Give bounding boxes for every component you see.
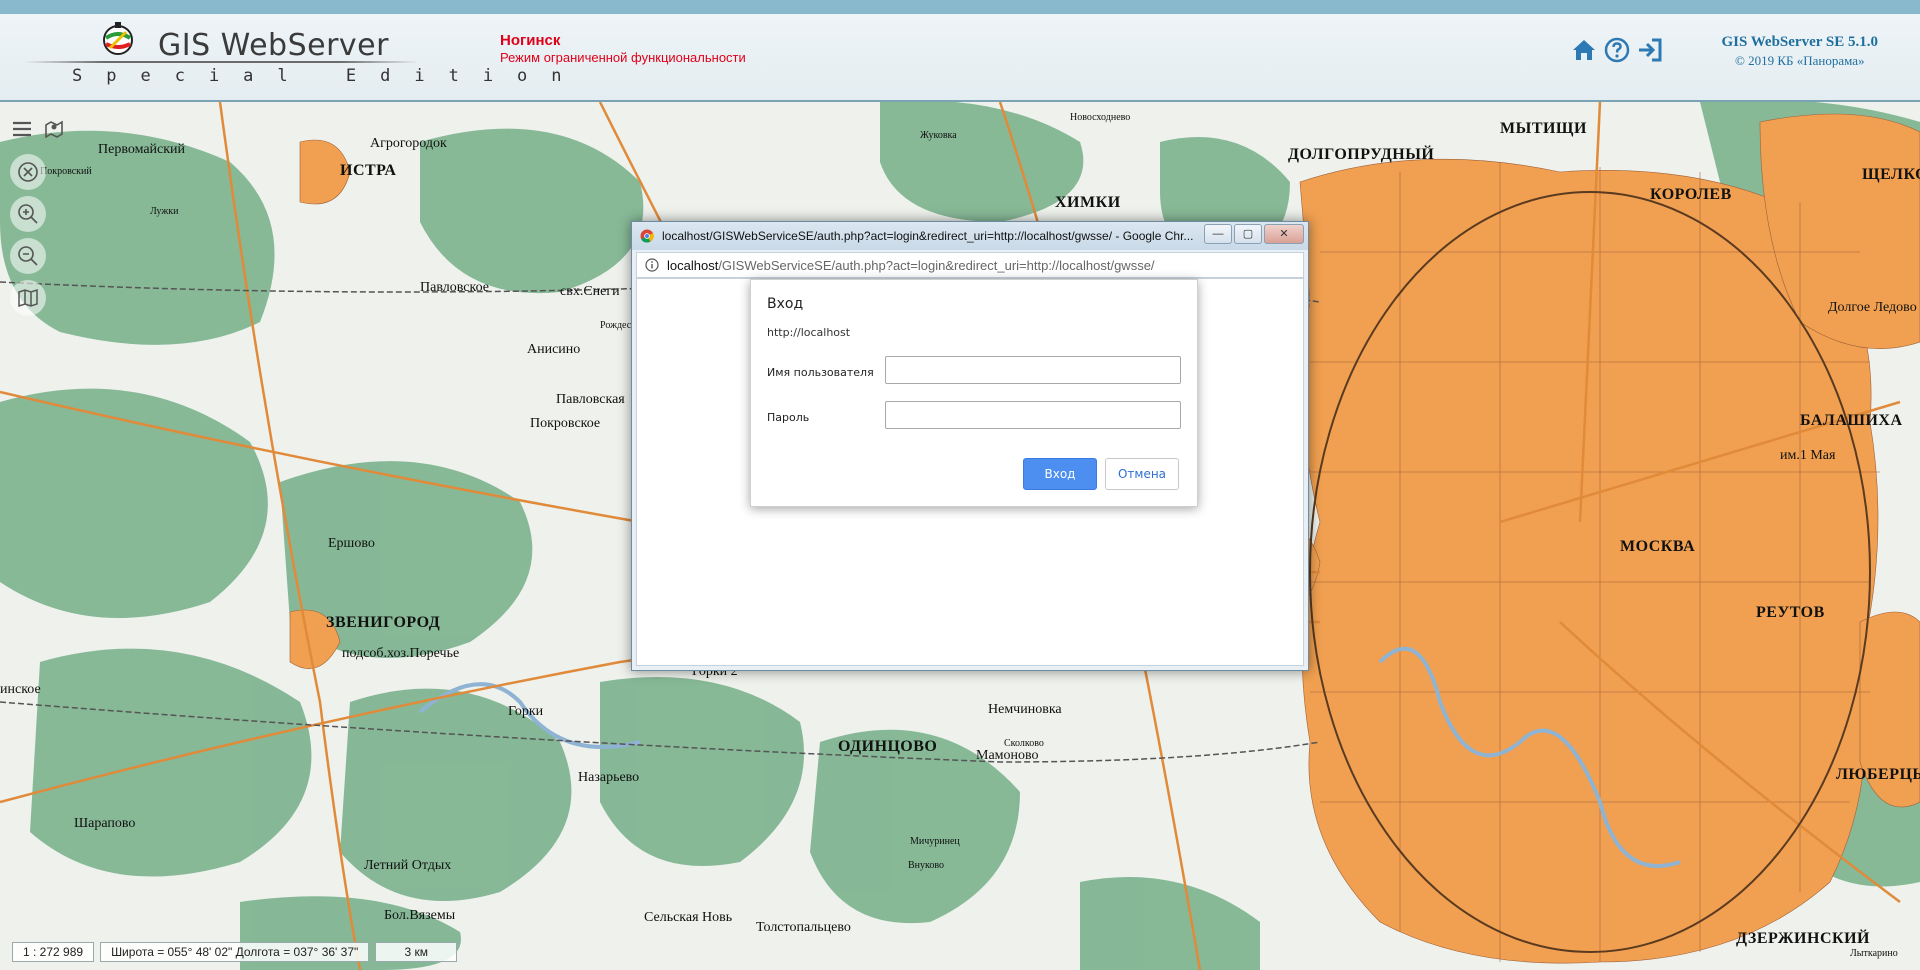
username-input[interactable] [885, 356, 1181, 384]
map-label: МОСКВА [1620, 538, 1696, 555]
logo-title: GIS WebServer [158, 28, 389, 63]
auth-popup-window: localhost/GISWebServiceSE/auth.php?act=l… [631, 221, 1309, 671]
minimize-button[interactable]: — [1204, 224, 1232, 244]
zoom-in-button[interactable] [10, 196, 46, 232]
login-cancel-button[interactable]: Отмена [1105, 458, 1179, 490]
map-label: ИСТРА [340, 162, 397, 179]
map-label: Летний Отдых [364, 858, 452, 873]
top-stripe [0, 0, 1920, 14]
map-label: БАЛАШИХА [1800, 412, 1903, 429]
address-bar[interactable]: localhost/GISWebServiceSE/auth.php?act=l… [636, 252, 1304, 278]
map-label: Горки [508, 704, 544, 719]
password-label: Пароль [767, 411, 810, 424]
version-text: GIS WebServer SE 5.1.0 [1721, 34, 1878, 50]
map-label: ДОЛГОПРУДНЫЙ [1288, 146, 1435, 163]
map-label: Немчиновка [988, 702, 1062, 717]
map-label: Анисино [527, 342, 581, 357]
app-header: GIS WebServer Special Edition Ногинск Ре… [0, 14, 1920, 102]
status-bar: 1 : 272 989 Широта = 055° 48' 02" Долгот… [0, 942, 463, 962]
map-label: свх.Снеги [560, 284, 620, 299]
login-title: Вход [767, 296, 804, 312]
login-submit-button[interactable]: Вход [1023, 458, 1097, 490]
app-logo[interactable]: GIS WebServer Special Edition [24, 18, 562, 94]
popup-title: localhost/GISWebServiceSE/auth.php?act=l… [662, 229, 1194, 243]
url-host: localhost [667, 257, 719, 273]
toolbar-top-row [10, 114, 63, 144]
home-icon[interactable] [1570, 36, 1598, 64]
map-label: Мичуринец [910, 836, 960, 847]
map-label: Назарьево [578, 770, 640, 785]
map-label: Первомайский [98, 142, 186, 157]
map-label: Шарапово [74, 816, 136, 831]
map-label: Павловская [556, 392, 625, 407]
map-label: ЩЕЛКОВ [1862, 166, 1920, 183]
map-label: Новосходнево [1070, 112, 1131, 123]
map-label: Сколково [1004, 738, 1044, 749]
map-label: ХИМКИ [1055, 194, 1121, 211]
clear-icon [18, 162, 38, 182]
popup-titlebar[interactable]: localhost/GISWebServiceSE/auth.php?act=l… [632, 222, 1308, 250]
map-label: Внуково [908, 860, 945, 871]
scale-bar: 3 км [375, 942, 458, 962]
scale-value: 1 : 272 989 [12, 942, 95, 962]
popup-content: Вход http://localhost Имя пользователя П… [636, 278, 1304, 666]
zoom-out-button[interactable] [10, 238, 46, 274]
map-label: ДЗЕРЖИНСКИЙ [1736, 930, 1870, 947]
map-label: Мамоново [976, 748, 1039, 763]
map-label: Агрогородок [370, 136, 447, 151]
map-label: Павловское [420, 280, 489, 295]
maximize-button[interactable]: ▢ [1234, 224, 1262, 244]
map-label: им.1 Мая [1780, 448, 1836, 463]
map-toolbar [10, 114, 63, 322]
window-controls: — ▢ ✕ [1204, 224, 1304, 244]
project-mode: Режим ограниченной функциональности [500, 50, 746, 65]
logo-divider [24, 61, 419, 63]
map-label: КОРОЛЕВ [1650, 186, 1732, 203]
menu-icon [13, 121, 31, 137]
map-label: Покровское [530, 416, 601, 431]
globe-logo-icon [103, 22, 133, 55]
map-marker-icon [45, 120, 63, 139]
map-label: Жуковка [920, 130, 957, 141]
coordinates-readout: Широта = 055° 48' 02" Долгота = 037° 36'… [100, 942, 370, 962]
clear-button[interactable] [10, 154, 46, 190]
map-label: ОДИНЦОВО [838, 738, 938, 755]
map-label: РЕУТОВ [1756, 604, 1825, 621]
zoom-in-icon [18, 204, 38, 224]
map-marker-button[interactable] [42, 114, 66, 144]
close-button[interactable]: ✕ [1264, 224, 1304, 244]
map-label: Бол.Вяземы [384, 908, 456, 923]
map-label: Долгое Ледово [1828, 300, 1917, 315]
map-label: ЛЮБЕРЦЫ [1836, 766, 1920, 783]
logo-subtitle: Special Edition [72, 66, 586, 86]
menu-button[interactable] [10, 114, 34, 144]
map-layers-icon [18, 288, 38, 308]
map-label: ЗВЕНИГОРОД [326, 614, 441, 631]
map-label: Лыткарино [1850, 948, 1898, 959]
map-label: подсоб.хоз.Поречье [342, 646, 460, 661]
url-path: /GISWebServiceSE/auth.php?act=login&redi… [718, 257, 1155, 273]
copyright-text: © 2019 КБ «Панорама» [1734, 53, 1865, 68]
zoom-out-icon [18, 246, 38, 266]
map-label: Сельская Новь [644, 910, 733, 925]
password-input[interactable] [885, 401, 1181, 429]
username-label: Имя пользователя [767, 366, 874, 379]
map-label: Толстопальцево [756, 920, 851, 935]
login-host: http://localhost [767, 326, 851, 339]
map-label: МЫТИЩИ [1500, 120, 1587, 137]
project-name: Ногинск [500, 32, 561, 49]
map-label: Ершово [328, 536, 375, 551]
version-info: GIS WebServer SE 5.1.0 © 2019 КБ «Панора… [1721, 34, 1878, 69]
chrome-icon [640, 229, 654, 243]
map-label: Лужки [150, 206, 179, 217]
map-layers-button[interactable] [10, 280, 46, 316]
login-dialog: Вход http://localhost Имя пользователя П… [750, 279, 1198, 507]
map-label: инское [0, 682, 41, 697]
login-icon[interactable] [1636, 36, 1664, 64]
info-icon[interactable] [645, 258, 659, 272]
help-icon[interactable] [1603, 36, 1631, 64]
